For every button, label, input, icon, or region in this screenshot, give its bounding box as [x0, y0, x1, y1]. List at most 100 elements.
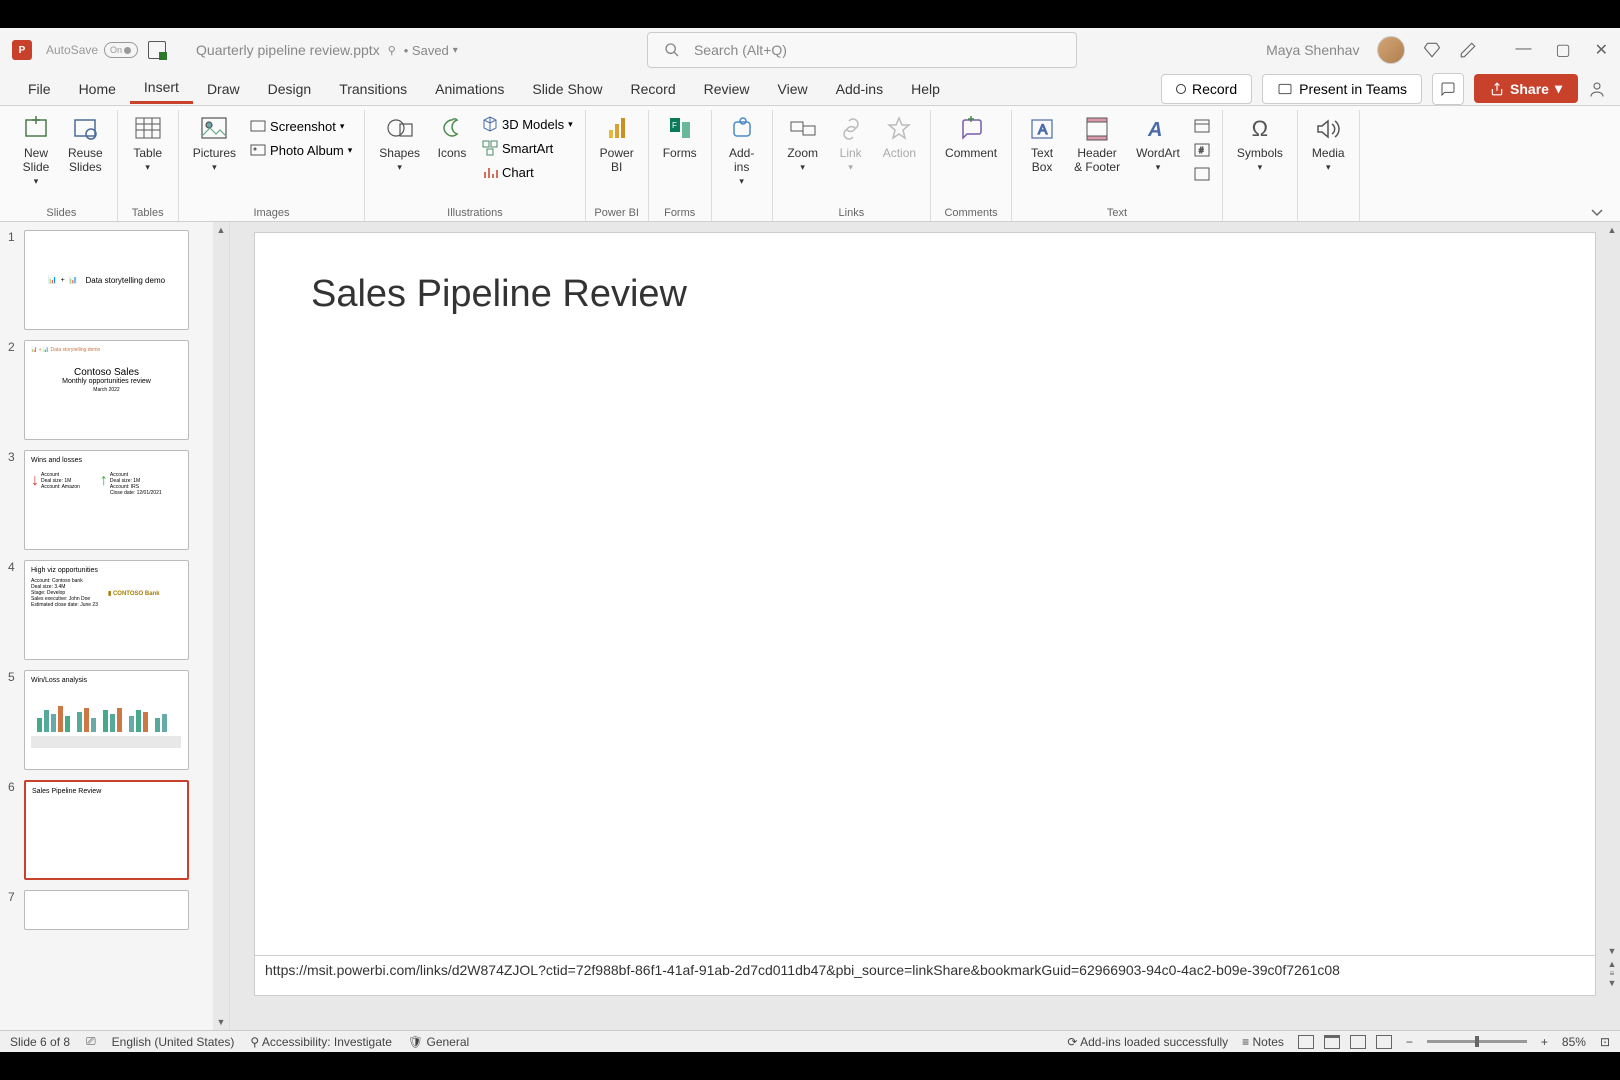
notes-pane[interactable]: https://msit.powerbi.com/links/d2W874ZJO… — [254, 956, 1596, 996]
tab-review[interactable]: Review — [690, 75, 764, 103]
reuse-slides-button[interactable]: Reuse Slides — [62, 112, 109, 176]
group-label-forms: Forms — [657, 205, 703, 221]
fit-to-window-button[interactable]: ⊡ — [1600, 1035, 1610, 1049]
notes-toggle[interactable]: ≡ Notes — [1242, 1035, 1284, 1049]
tab-animations[interactable]: Animations — [421, 75, 518, 103]
ribbon-tabs: File Home Insert Draw Design Transitions… — [0, 72, 1620, 106]
action-button[interactable]: Action — [877, 112, 922, 162]
comment-ribbon-button[interactable]: Comment — [939, 112, 1003, 162]
date-time-button[interactable] — [1190, 116, 1214, 136]
media-button[interactable]: Media▾ — [1306, 112, 1351, 175]
tab-file[interactable]: File — [14, 75, 65, 103]
date-icon — [1194, 118, 1210, 134]
screenshot-button[interactable]: Screenshot ▾ — [246, 116, 356, 136]
zoom-slider[interactable] — [1427, 1040, 1527, 1043]
close-button[interactable]: ✕ — [1595, 40, 1608, 60]
symbols-button[interactable]: ΩSymbols▾ — [1231, 112, 1289, 175]
tab-draw[interactable]: Draw — [193, 75, 254, 103]
collapse-ribbon-button[interactable] — [1580, 203, 1614, 221]
new-slide-button[interactable]: New Slide▾ — [14, 112, 58, 189]
tab-addins[interactable]: Add-ins — [822, 75, 897, 103]
header-footer-icon — [1081, 114, 1113, 144]
addins-status[interactable]: ⟳ Add-ins loaded successfully — [1067, 1035, 1228, 1049]
object-button[interactable] — [1190, 164, 1214, 184]
slide-title[interactable]: Sales Pipeline Review — [311, 273, 1539, 316]
comments-button[interactable] — [1432, 73, 1464, 105]
forms-button[interactable]: FForms — [657, 112, 703, 162]
language[interactable]: English (United States) — [112, 1035, 235, 1049]
teams-icon — [1277, 81, 1293, 97]
chevron-down-icon[interactable]: ▾ — [453, 45, 458, 56]
new-slide-icon — [20, 114, 52, 144]
share-button[interactable]: Share ▾ — [1474, 74, 1578, 103]
svg-text:A: A — [1147, 119, 1162, 141]
slide-position[interactable]: Slide 6 of 8 — [10, 1035, 70, 1049]
diamond-icon[interactable] — [1423, 41, 1441, 59]
zoom-button[interactable]: Zoom▾ — [781, 112, 825, 175]
powerbi-button[interactable]: Power BI — [594, 112, 640, 176]
pictures-icon — [198, 114, 230, 144]
record-button[interactable]: Record — [1161, 74, 1252, 104]
group-label-text: Text — [1020, 205, 1214, 221]
zoom-percentage[interactable]: 85% — [1562, 1035, 1586, 1049]
slide-thumbnail-7[interactable] — [24, 890, 189, 930]
icons-button[interactable]: Icons — [430, 112, 474, 162]
addins-icon — [726, 114, 758, 144]
slide-thumbnail-4[interactable]: High viz opportunitiesAccount: Contoso b… — [24, 560, 189, 660]
pen-icon[interactable] — [1459, 41, 1477, 59]
slide-thumbnail-5[interactable]: Win/Loss analysis — [24, 670, 189, 770]
tab-transitions[interactable]: Transitions — [325, 75, 421, 103]
slide-number-button[interactable]: # — [1190, 140, 1214, 160]
tab-help[interactable]: Help — [897, 75, 954, 103]
slide-sorter-view-button[interactable] — [1324, 1035, 1340, 1049]
maximize-button[interactable]: ▢ — [1555, 40, 1570, 60]
slide-thumbnail-3[interactable]: Wins and losses↓Account Deal size: 1M Ac… — [24, 450, 189, 550]
reading-view-button[interactable] — [1350, 1035, 1366, 1049]
link-button[interactable]: Link▾ — [829, 112, 873, 175]
slide-thumbnail-2[interactable]: 📊 + 📊 Data storytelling demoContoso Sale… — [24, 340, 189, 440]
tab-slide-show[interactable]: Slide Show — [518, 75, 616, 103]
powerpoint-app-icon: P — [12, 40, 32, 60]
tab-record[interactable]: Record — [616, 75, 689, 103]
thumbnail-scrollbar[interactable]: ▲▼ — [213, 222, 229, 1030]
chart-button[interactable]: Chart — [478, 162, 577, 182]
people-icon[interactable] — [1588, 80, 1606, 98]
cube-icon — [482, 116, 498, 132]
minimize-button[interactable]: — — [1515, 40, 1531, 60]
avatar[interactable] — [1377, 36, 1405, 64]
photo-album-button[interactable]: Photo Album ▾ — [246, 140, 356, 160]
text-predictions-icon[interactable]: ⎚ — [86, 1034, 96, 1049]
svg-text:F: F — [672, 121, 677, 130]
zoom-in-button[interactable]: + — [1541, 1035, 1548, 1049]
zoom-out-button[interactable]: − — [1406, 1035, 1413, 1049]
search-input[interactable]: Search (Alt+Q) — [647, 32, 1077, 68]
tab-insert[interactable]: Insert — [130, 73, 193, 104]
smartart-button[interactable]: SmartArt — [478, 138, 577, 158]
general-status[interactable]: 🛡 General — [408, 1035, 469, 1049]
table-button[interactable]: Table▾ — [126, 112, 170, 175]
wordart-button[interactable]: AWordArt▾ — [1130, 112, 1186, 175]
slide-canvas[interactable]: Sales Pipeline Review — [254, 232, 1596, 956]
accessibility-status[interactable]: ⚲ Accessibility: Investigate — [250, 1035, 392, 1049]
smartart-icon — [482, 140, 498, 156]
tab-view[interactable]: View — [764, 75, 822, 103]
shapes-button[interactable]: Shapes▾ — [373, 112, 426, 175]
slide-thumbnail-6[interactable]: Sales Pipeline Review — [24, 780, 189, 880]
slideshow-view-button[interactable] — [1376, 1035, 1392, 1049]
addins-button[interactable]: Add- ins▾ — [720, 112, 764, 189]
autosave-toggle[interactable]: On — [104, 42, 138, 58]
header-footer-button[interactable]: Header & Footer — [1068, 112, 1126, 176]
pictures-button[interactable]: Pictures▾ — [187, 112, 242, 175]
save-icon[interactable] — [148, 41, 166, 59]
3d-models-button[interactable]: 3D Models ▾ — [478, 114, 577, 134]
tab-design[interactable]: Design — [254, 75, 326, 103]
slide-thumbnail-1[interactable]: 📊+📊Data storytelling demo — [24, 230, 189, 330]
textbox-button[interactable]: AText Box — [1020, 112, 1064, 176]
shapes-icon — [384, 114, 416, 144]
speaker-icon — [1312, 114, 1344, 144]
document-title[interactable]: Quarterly pipeline review.pptx — [196, 42, 380, 58]
canvas-scrollbar[interactable]: ▲▼▲≡▼ — [1604, 222, 1620, 988]
normal-view-button[interactable] — [1298, 1035, 1314, 1049]
present-in-teams-button[interactable]: Present in Teams — [1262, 74, 1422, 104]
tab-home[interactable]: Home — [65, 75, 130, 103]
